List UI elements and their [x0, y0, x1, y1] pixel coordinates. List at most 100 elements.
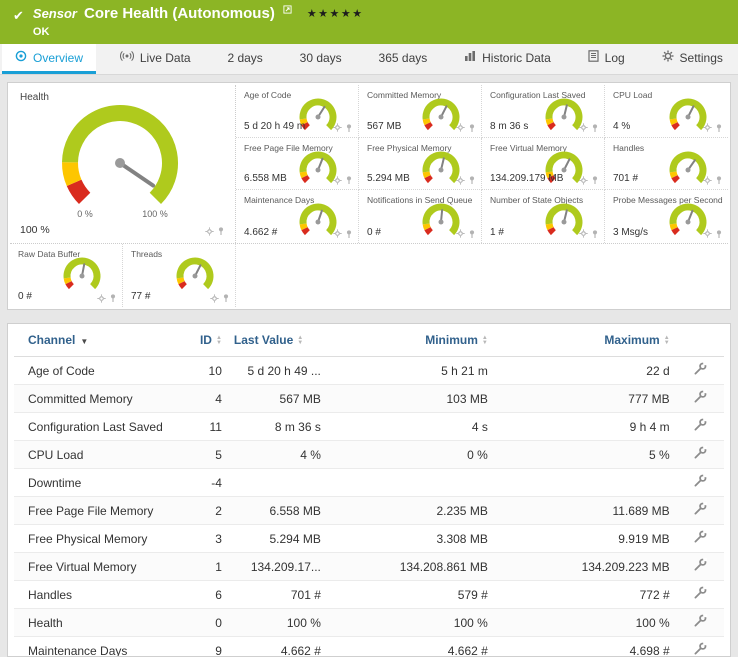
gauge-pin-icon[interactable] [468, 123, 476, 133]
gauge-pin-icon[interactable] [591, 175, 599, 185]
tab-live-data[interactable]: Live Data [107, 44, 204, 74]
gauge-cell-free-page-file-memory[interactable]: Free Page File Memory6.558 MB [236, 138, 359, 191]
channel-row-free-page-file-memory[interactable]: Free Page File Memory26.558 MB2.235 MB11… [14, 497, 724, 525]
channel-settings-button[interactable] [693, 418, 707, 435]
channel-row-free-physical-memory[interactable]: Free Physical Memory35.294 MB3.308 MB9.9… [14, 525, 724, 553]
gauge-cell-age-of-code[interactable]: Age of Code5 d 20 h 49 m [236, 85, 359, 138]
gauge-settings-icon[interactable] [703, 229, 712, 238]
tab-settings[interactable]: Settings [649, 44, 736, 74]
gauge-cell-raw-data-buffer[interactable]: Raw Data Buffer0 # [10, 244, 123, 307]
channel-row-age-of-code[interactable]: Age of Code105 d 20 h 49 ...5 h 21 m22 d [14, 357, 724, 385]
gauge-settings-icon[interactable] [97, 294, 106, 303]
gauge-cell-handles[interactable]: Handles701 # [605, 138, 728, 191]
channel-settings-button[interactable] [693, 614, 707, 631]
gauge-cell-number-of-state-objects[interactable]: Number of State Objects1 # [482, 190, 605, 243]
priority-stars[interactable]: ★★★★★ [307, 7, 364, 20]
gauge-pin-icon[interactable] [468, 229, 476, 239]
gauge-settings-icon[interactable] [456, 229, 465, 238]
gauge-pin-icon[interactable] [591, 123, 599, 133]
column-header-id[interactable]: ID▲▼ [183, 324, 228, 357]
gauge-cell-probe-messages-per-second[interactable]: Probe Messages per Second3 Msg/s [605, 190, 728, 243]
channel-settings-button[interactable] [693, 474, 707, 491]
channel-settings-button[interactable] [693, 502, 707, 519]
channel-lastvalue-cell: 567 MB [228, 385, 327, 413]
gauge-cell-committed-memory[interactable]: Committed Memory567 MB [359, 85, 482, 138]
gauge-pin-icon[interactable] [591, 229, 599, 239]
gauge-pin-icon[interactable] [217, 226, 225, 236]
column-header-channel[interactable]: Channel▼ [14, 324, 183, 357]
gauge-settings-icon[interactable] [333, 229, 342, 238]
tab-365-days[interactable]: 365 days [366, 44, 441, 74]
channel-row-free-virtual-memory[interactable]: Free Virtual Memory1134.209.17...134.208… [14, 553, 724, 581]
gauge-pin-icon[interactable] [468, 175, 476, 185]
gauge-cell-free-virtual-memory[interactable]: Free Virtual Memory134.209.179 MB [482, 138, 605, 191]
column-header-label: Last Value [234, 333, 293, 347]
gauge-pin-icon[interactable] [715, 123, 723, 133]
gauge-settings-icon[interactable] [205, 227, 214, 236]
gauge-pin-icon[interactable] [109, 293, 117, 303]
channel-row-health[interactable]: Health0100 %100 %100 % [14, 609, 724, 637]
channel-lastvalue-cell: 6.558 MB [228, 497, 327, 525]
gauge-cell-free-physical-memory[interactable]: Free Physical Memory5.294 MB [359, 138, 482, 191]
gauge-settings-icon[interactable] [456, 123, 465, 132]
gauge-settings-icon[interactable] [579, 176, 588, 185]
sort-down-icon: ▼ [297, 341, 303, 346]
sensor-kicker: Sensor [33, 6, 77, 21]
gauge-pin-icon[interactable] [222, 293, 230, 303]
tab-log[interactable]: Log [575, 44, 638, 74]
channel-settings-button[interactable] [693, 586, 707, 603]
channel-settings-button[interactable] [693, 446, 707, 463]
channel-actions-cell [676, 609, 724, 637]
gauge-settings-icon[interactable] [456, 176, 465, 185]
channel-row-downtime[interactable]: Downtime-4 [14, 469, 724, 497]
channel-settings-button[interactable] [693, 530, 707, 547]
target-icon [15, 50, 27, 65]
gauge-pin-icon[interactable] [345, 175, 353, 185]
channel-settings-button[interactable] [693, 390, 707, 407]
gauge-pin-icon[interactable] [715, 229, 723, 239]
gauge-settings-icon[interactable] [210, 294, 219, 303]
gauge-cell-cpu-load[interactable]: CPU Load4 % [605, 85, 728, 138]
sort-down-icon: ▼ [216, 341, 222, 346]
channel-settings-button[interactable] [693, 558, 707, 575]
tab-overview[interactable]: Overview [2, 44, 96, 74]
gauge-settings-icon[interactable] [333, 176, 342, 185]
gauge-settings-icon[interactable] [579, 229, 588, 238]
column-header-minimum[interactable]: Minimum▲▼ [327, 324, 494, 357]
channel-id-cell: 4 [183, 385, 228, 413]
gauge-label: CPU Load [613, 90, 652, 100]
channel-row-maintenance-days[interactable]: Maintenance Days94.662 #4.662 #4.698 # [14, 637, 724, 657]
channel-row-committed-memory[interactable]: Committed Memory4567 MB103 MB777 MB [14, 385, 724, 413]
health-gauge-cell[interactable]: Health 0 % 100 % 100 % [10, 85, 236, 243]
channel-settings-button[interactable] [693, 642, 707, 657]
gauge-pin-icon[interactable] [345, 229, 353, 239]
tab-30-days[interactable]: 30 days [287, 44, 355, 74]
gauge-pin-icon[interactable] [715, 175, 723, 185]
gauge-pin-icon[interactable] [345, 123, 353, 133]
channel-row-cpu-load[interactable]: CPU Load54 %0 %5 % [14, 441, 724, 469]
channel-row-handles[interactable]: Handles6701 #579 #772 # [14, 581, 724, 609]
channel-name-cell: Committed Memory [14, 385, 183, 413]
gauge-cell-maintenance-days[interactable]: Maintenance Days4.662 # [236, 190, 359, 243]
column-header-last-value[interactable]: Last Value▲▼ [228, 324, 327, 357]
gauge-settings-icon[interactable] [703, 176, 712, 185]
tab-2-days[interactable]: 2 days [214, 44, 275, 74]
channel-row-configuration-last-saved[interactable]: Configuration Last Saved118 m 36 s4 s9 h… [14, 413, 724, 441]
channel-maximum-cell: 11.689 MB [494, 497, 676, 525]
gauge-cell-threads[interactable]: Threads77 # [123, 244, 236, 307]
gauge-cell-notifications-in-send-queue[interactable]: Notifications in Send Queue0 # [359, 190, 482, 243]
gauge-label: Threads [131, 249, 162, 259]
tab-historic-data[interactable]: Historic Data [451, 44, 564, 74]
gauge-max-label: 100 % [137, 209, 173, 219]
column-header-maximum[interactable]: Maximum▲▼ [494, 324, 676, 357]
channel-name-cell: Health [14, 609, 183, 637]
gauge-value: 1 # [490, 227, 504, 238]
channel-settings-button[interactable] [693, 362, 707, 379]
gauge-settings-icon[interactable] [579, 123, 588, 132]
gauge-settings-icon[interactable] [333, 123, 342, 132]
channel-maximum-cell: 22 d [494, 357, 676, 385]
gauge-cell-configuration-last-saved[interactable]: Configuration Last Saved8 m 36 s [482, 85, 605, 138]
external-link-icon[interactable] [283, 1, 292, 19]
sort-icons: ▲▼ [482, 336, 488, 346]
gauge-settings-icon[interactable] [703, 123, 712, 132]
